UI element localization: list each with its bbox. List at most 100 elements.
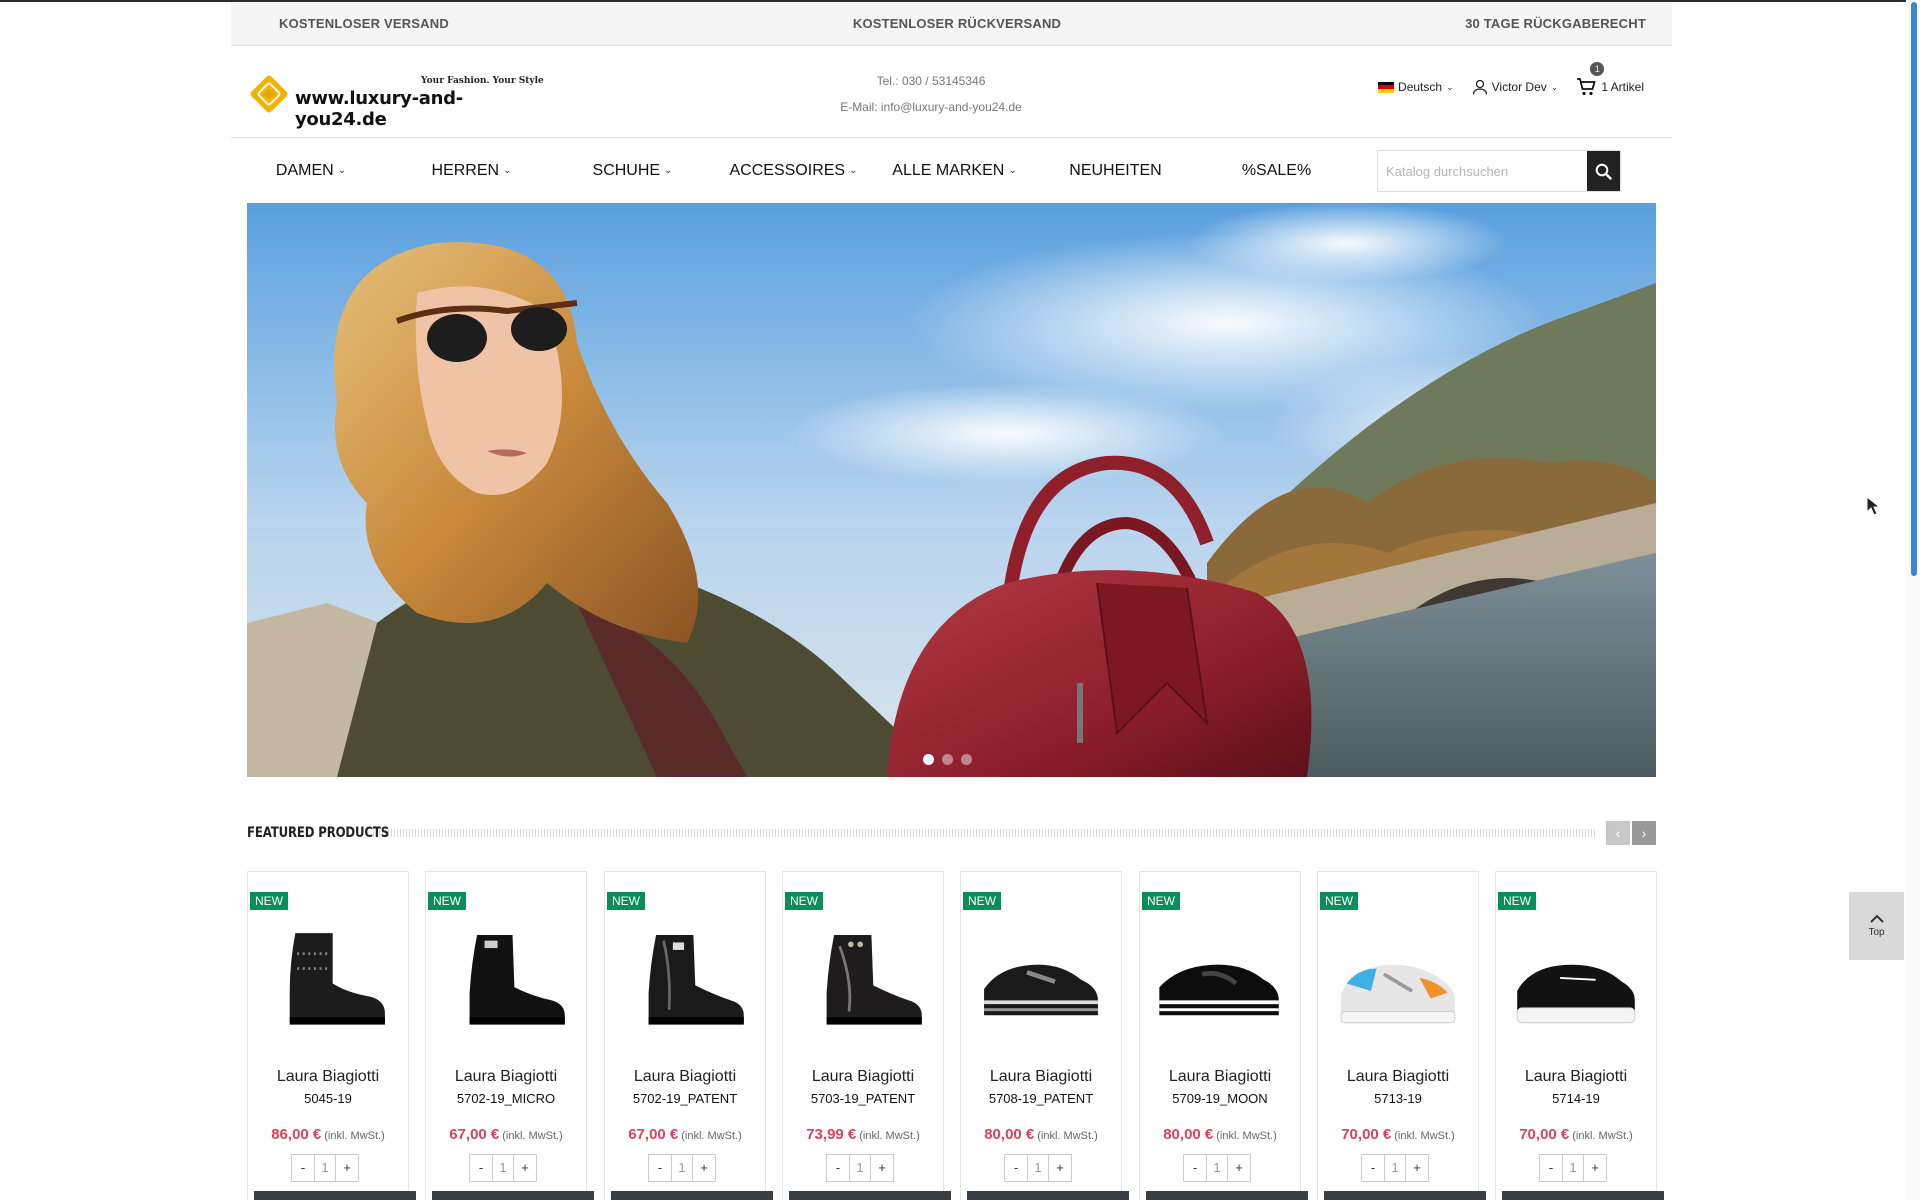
user-menu[interactable]: Victor Dev ⌄ — [1472, 79, 1558, 95]
add-to-cart-button[interactable] — [967, 1191, 1129, 1200]
search-button[interactable] — [1587, 151, 1620, 191]
product-model[interactable]: 5045-19 — [248, 1091, 408, 1106]
qty-increase-button[interactable]: + — [1406, 1155, 1428, 1181]
add-to-cart-button[interactable] — [789, 1191, 951, 1200]
qty-decrease-button[interactable]: - — [1540, 1155, 1562, 1181]
product-model[interactable]: 5708-19_PATENT — [961, 1091, 1121, 1106]
nav-item-accessoires[interactable]: ACCESSOIRES ⌄ — [713, 138, 874, 203]
carousel-prev-button[interactable]: ‹ — [1606, 821, 1630, 845]
price-row: 70,00 € (inkl. MwSt.) — [1496, 1126, 1656, 1143]
qty-increase-button[interactable]: + — [693, 1155, 715, 1181]
product-card[interactable]: NEW Laura Biagiotti 5709-19_MOON 80,00 € (in… — [1139, 871, 1308, 1200]
qty-input[interactable]: 1 — [492, 1155, 514, 1181]
slider-dot[interactable] — [923, 754, 934, 765]
product-image[interactable] — [258, 922, 398, 1032]
add-to-cart-button[interactable] — [1146, 1191, 1308, 1200]
nav-item-herren[interactable]: HERREN ⌄ — [391, 138, 552, 203]
product-card[interactable]: NEW Laura Biagiotti 5702-19_PATENT 67,00 €(… — [604, 871, 773, 1200]
product-image[interactable] — [971, 922, 1111, 1032]
search-input[interactable] — [1378, 151, 1587, 191]
nav-item-damen[interactable]: DAMEN ⌄ — [231, 138, 391, 203]
nav-label: ACCESSOIRES — [729, 161, 846, 179]
product-card[interactable]: NEW Laura Biagiotti 5708-19_PATENT 80,00 €(… — [960, 871, 1129, 1200]
add-to-cart-button[interactable] — [254, 1191, 416, 1200]
qty-input[interactable]: 1 — [1206, 1155, 1228, 1181]
cart-button[interactable]: 1 1 Artikel — [1576, 62, 1644, 96]
product-model[interactable]: 5714-19 — [1496, 1091, 1656, 1106]
product-price: 80,00 € — [984, 1126, 1035, 1143]
nav-item-neuheiten[interactable]: NEUHEITEN — [1035, 138, 1196, 203]
promo-return-policy: 30 TAGE RÜCKGABERECHT — [1465, 16, 1646, 31]
product-model[interactable]: 5709-19_MOON — [1140, 1091, 1300, 1106]
qty-increase-button[interactable]: + — [871, 1155, 893, 1181]
qty-increase-button[interactable]: + — [1049, 1155, 1071, 1181]
nav-item-alle-marken[interactable]: ALLE MARKEN ⌄ — [874, 138, 1035, 203]
product-image[interactable] — [1328, 922, 1468, 1032]
qty-decrease-button[interactable]: - — [1184, 1155, 1206, 1181]
product-brand[interactable]: Laura Biagiotti — [1140, 1068, 1300, 1086]
scrollbar-thumb[interactable] — [1911, 2, 1917, 576]
language-label: Deutsch — [1398, 80, 1443, 94]
product-brand[interactable]: Laura Biagiotti — [426, 1068, 586, 1086]
qty-increase-button[interactable]: + — [514, 1155, 536, 1181]
add-to-cart-button[interactable] — [1324, 1191, 1486, 1200]
product-brand[interactable]: Laura Biagiotti — [1496, 1068, 1656, 1086]
product-image[interactable] — [436, 922, 576, 1032]
qty-increase-button[interactable]: + — [336, 1155, 358, 1181]
product-image[interactable] — [793, 922, 933, 1032]
add-to-cart-button[interactable] — [432, 1191, 594, 1200]
product-brand[interactable]: Laura Biagiotti — [248, 1068, 408, 1086]
contact-email[interactable]: E-Mail: info@luxury-and-you24.de — [781, 94, 1081, 120]
product-model[interactable]: 5703-19_PATENT — [783, 1091, 943, 1106]
qty-decrease-button[interactable]: - — [470, 1155, 492, 1181]
product-model[interactable]: 5713-19 — [1318, 1091, 1478, 1106]
slider-dot[interactable] — [942, 754, 953, 765]
carousel-next-button[interactable]: › — [1632, 821, 1656, 845]
product-image[interactable] — [1506, 922, 1646, 1032]
add-to-cart-button[interactable] — [1502, 1191, 1664, 1200]
nav-item-schuhe[interactable]: SCHUHE ⌄ — [552, 138, 713, 203]
product-price: 80,00 € — [1163, 1126, 1214, 1143]
product-model[interactable]: 5702-19_PATENT — [605, 1091, 765, 1106]
qty-decrease-button[interactable]: - — [1362, 1155, 1384, 1181]
hero-slider[interactable] — [247, 203, 1656, 777]
product-brand[interactable]: Laura Biagiotti — [605, 1068, 765, 1086]
site-logo[interactable]: Your Fashion. Your Style www.luxury-and-… — [249, 72, 549, 130]
product-image[interactable] — [615, 922, 755, 1032]
product-card[interactable]: NEW Laura Biagiotti 5045-19 86,00 € (inkl. M… — [247, 871, 416, 1200]
main-nav: DAMEN ⌄ HERREN ⌄ SCHUHE ⌄ ACCESSOIRES ⌄ ALLE… — [231, 138, 1672, 203]
qty-input[interactable]: 1 — [671, 1155, 693, 1181]
user-icon — [1472, 79, 1487, 95]
qty-decrease-button[interactable]: - — [827, 1155, 849, 1181]
add-to-cart-button[interactable] — [611, 1191, 773, 1200]
qty-input[interactable]: 1 — [1027, 1155, 1049, 1181]
qty-decrease-button[interactable]: - — [292, 1155, 314, 1181]
price-row: 73,99 € (inkl. MwSt.) — [783, 1126, 943, 1143]
qty-decrease-button[interactable]: - — [1005, 1155, 1027, 1181]
product-card[interactable]: NEW Laura Biagiotti 5703-19_PATENT 73,99 €(… — [782, 871, 951, 1200]
back-to-top-button[interactable]: Top — [1849, 892, 1904, 960]
qty-increase-button[interactable]: + — [1584, 1155, 1606, 1181]
nav-item-sale[interactable]: %SALE% — [1196, 138, 1357, 203]
product-brand[interactable]: Laura Biagiotti — [1318, 1068, 1478, 1086]
qty-input[interactable]: 1 — [1562, 1155, 1584, 1181]
product-price: 70,00 € — [1519, 1126, 1570, 1143]
product-card[interactable]: NEW Laura Biagiotti 5714-19 70,00 € (inkl. M… — [1495, 871, 1664, 1200]
product-card[interactable]: NEW Laura Biagiotti 5702-19_MICRO 67,00 € (i… — [425, 871, 594, 1200]
qty-input[interactable]: 1 — [849, 1155, 871, 1181]
language-selector[interactable]: Deutsch ⌄ — [1378, 80, 1454, 94]
chevron-right-icon: › — [1641, 825, 1647, 841]
product-model[interactable]: 5702-19_MICRO — [426, 1091, 586, 1106]
product-image[interactable] — [1150, 922, 1290, 1032]
qty-input[interactable]: 1 — [314, 1155, 336, 1181]
qty-decrease-button[interactable]: - — [649, 1155, 671, 1181]
quantity-stepper: -1 + — [291, 1154, 359, 1182]
product-card[interactable]: NEW Laura Biagiotti 5713-19 70,00 € (inkl. M… — [1317, 871, 1486, 1200]
product-brand[interactable]: Laura Biagiotti — [961, 1068, 1121, 1086]
qty-input[interactable]: 1 — [1384, 1155, 1406, 1181]
qty-increase-button[interactable]: + — [1228, 1155, 1250, 1181]
quantity-stepper: -1 + — [1361, 1154, 1429, 1182]
page-scrollbar[interactable] — [1906, 0, 1920, 1200]
product-brand[interactable]: Laura Biagiotti — [783, 1068, 943, 1086]
slider-dot[interactable] — [961, 754, 972, 765]
